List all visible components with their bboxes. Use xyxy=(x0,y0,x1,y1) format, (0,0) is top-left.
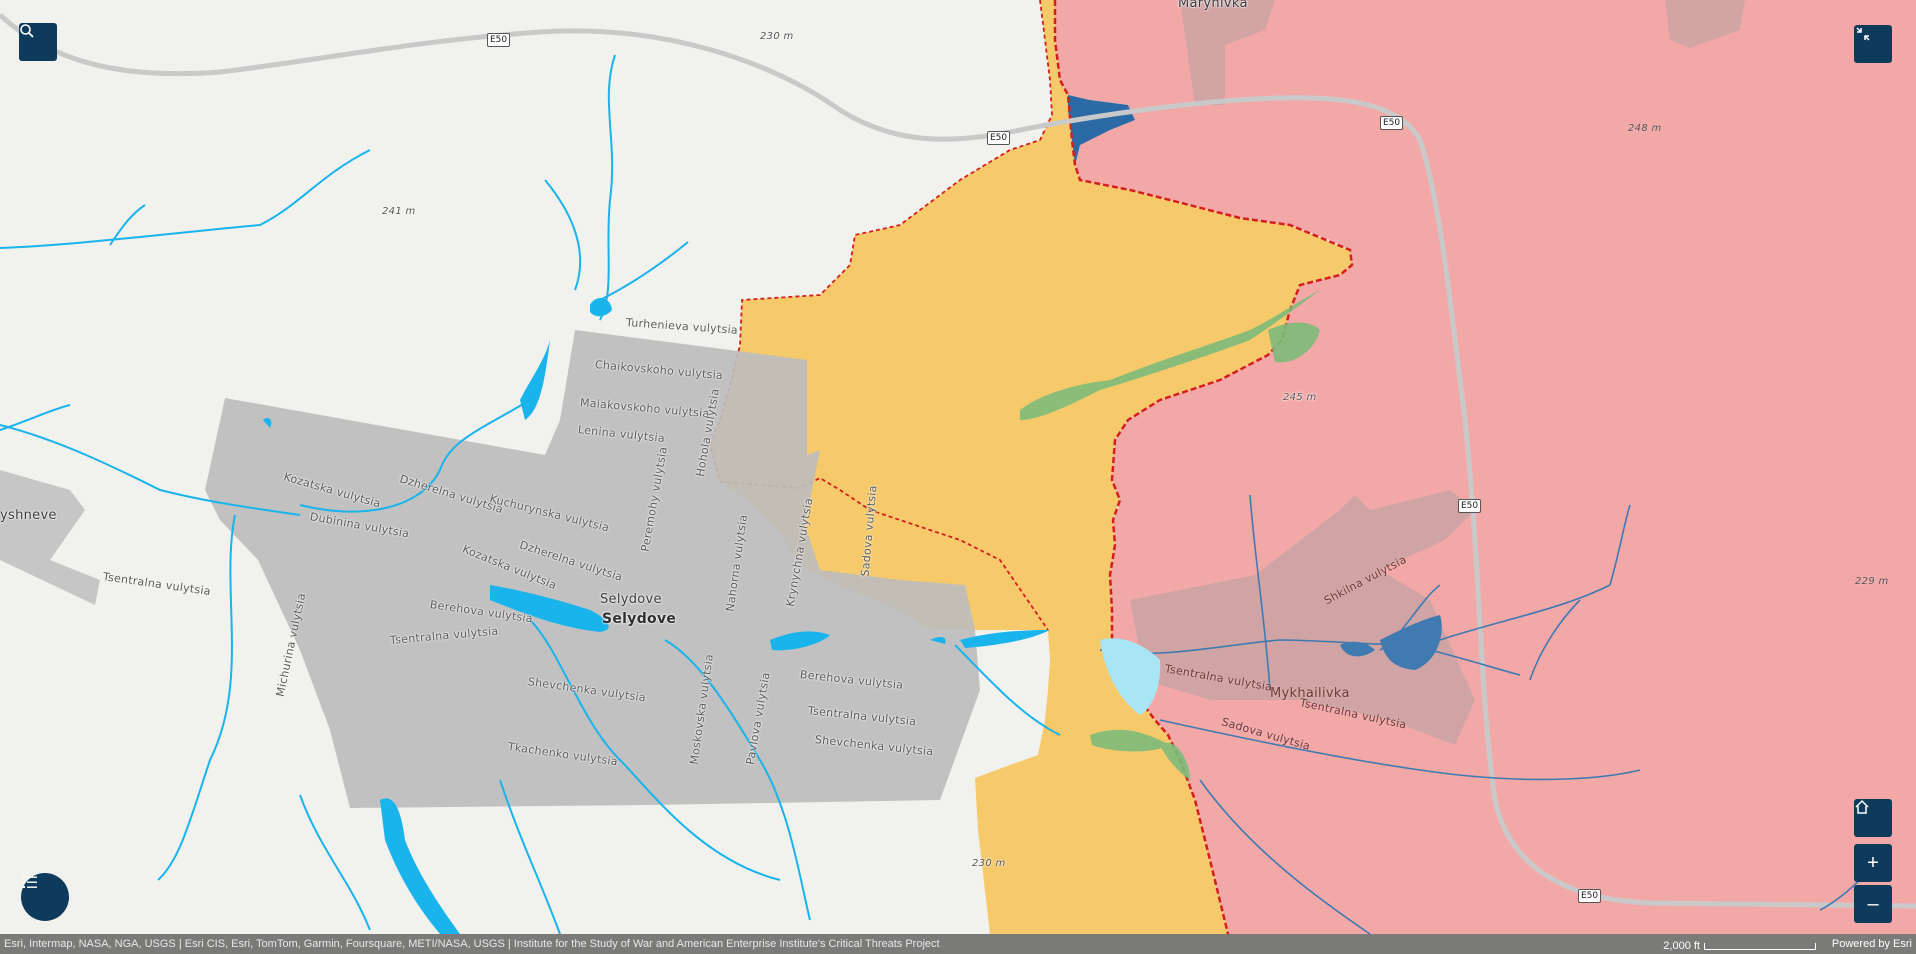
search-button[interactable] xyxy=(19,23,57,61)
attribution-text: Esri, Intermap, NASA, NGA, USGS | Esri C… xyxy=(4,938,940,950)
powered-by[interactable]: Powered by Esri xyxy=(1832,934,1912,954)
legend-button[interactable] xyxy=(21,873,69,921)
zoom-out-button[interactable]: – xyxy=(1854,885,1892,923)
scale-bar: 2,000 ft xyxy=(1663,940,1816,952)
elevation-label: 230 m xyxy=(972,858,1006,869)
place-label: Selydove xyxy=(602,611,677,627)
map-view[interactable]: E50 E50 E50 E50 E50 Marynivka yshneve Se… xyxy=(0,0,1916,954)
elevation-label: 248 m xyxy=(1628,123,1662,134)
scale-label: 2,000 ft xyxy=(1663,940,1700,952)
scale-line xyxy=(1704,942,1816,950)
road-shield: E50 xyxy=(1380,116,1404,130)
place-label: yshneve xyxy=(0,508,57,523)
place-label: Selydove xyxy=(600,592,662,607)
attribution-bar: Esri, Intermap, NASA, NGA, USGS | Esri C… xyxy=(0,934,1916,954)
elevation-label: 241 m xyxy=(382,206,416,217)
road-shield: E50 xyxy=(1458,499,1482,513)
zoom-in-button[interactable]: + xyxy=(1854,844,1892,882)
road-shield: E50 xyxy=(987,131,1011,145)
collapse-button[interactable] xyxy=(1854,25,1892,63)
elevation-label: 229 m xyxy=(1855,576,1889,587)
elevation-label: 230 m xyxy=(760,31,794,42)
road-shield: E50 xyxy=(487,33,511,47)
home-button[interactable] xyxy=(1854,799,1892,837)
road-shield: E50 xyxy=(1578,889,1602,903)
elevation-label: 245 m xyxy=(1283,392,1317,403)
place-label: Marynivka xyxy=(1178,0,1248,11)
